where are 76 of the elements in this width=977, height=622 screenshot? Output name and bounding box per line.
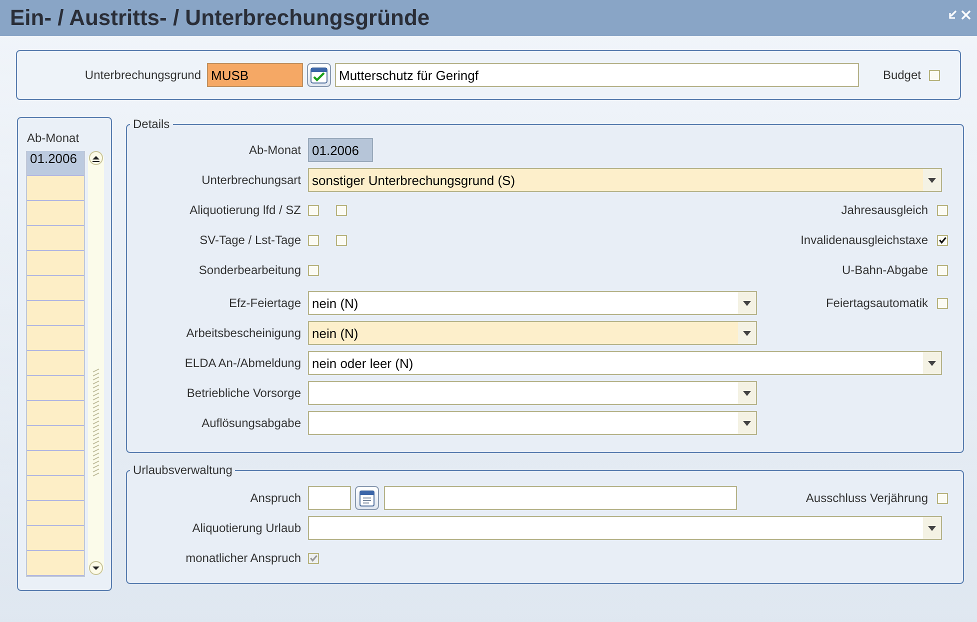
checkbox[interactable] — [937, 492, 948, 504]
field-label: Aliquotierung Urlaub — [191, 521, 302, 535]
dropdown[interactable]: nein (N) — [308, 321, 757, 345]
description-field[interactable]: Mutterschutz für Geringf — [335, 63, 859, 87]
checkbox-label: Jahresausgleich — [841, 203, 928, 217]
empty-list-row — [27, 351, 84, 376]
checkbox-label: Budget — [882, 68, 921, 82]
checkbox[interactable] — [937, 298, 948, 308]
empty-list-row — [27, 451, 84, 476]
group-title: Urlaubsverwaltung — [132, 463, 234, 477]
scroll-down-icon[interactable] — [89, 561, 103, 575]
checkbox[interactable] — [937, 264, 948, 276]
empty-list-row — [27, 401, 84, 426]
dropdown[interactable]: nein oder leer (N) — [308, 351, 942, 375]
field-label: Arbeitsbescheinigung — [185, 326, 302, 340]
dropdown-arrow-icon[interactable] — [928, 360, 936, 366]
checkbox[interactable] — [937, 204, 948, 216]
dropdown-arrow-icon[interactable] — [743, 420, 751, 426]
scrollbar[interactable] — [88, 151, 104, 575]
empty-list-row — [27, 501, 84, 526]
checkbox-label: U-Bahn-Abgabe — [842, 263, 928, 277]
group-title: Details — [132, 117, 171, 131]
dropdown[interactable]: nein (N) — [308, 291, 757, 315]
list-item[interactable]: 01.2006 — [27, 151, 84, 176]
dropdown-arrow-icon[interactable] — [928, 178, 936, 182]
field-label: Betriebliche Vorsorge — [186, 386, 302, 400]
field-label: Unterbrechungsart — [200, 173, 302, 187]
empty-list-row — [27, 301, 84, 326]
input-field[interactable] — [308, 486, 351, 510]
checkbox[interactable] — [308, 234, 319, 246]
scroll-grip-icon[interactable] — [91, 368, 101, 478]
dropdown[interactable]: sonstiger Unterbrechungsgrund (S) — [308, 168, 942, 192]
field-label: monatlicher Anspruch — [184, 551, 302, 565]
empty-list-row — [27, 226, 84, 251]
empty-list-row — [27, 426, 84, 451]
dropdown-arrow-icon[interactable] — [743, 390, 751, 396]
empty-list-row — [27, 276, 84, 301]
checkbox[interactable] — [336, 204, 347, 216]
code-field[interactable]: MUSB — [207, 63, 303, 87]
empty-list-row — [27, 376, 84, 401]
calendar-button[interactable] — [355, 486, 379, 510]
empty-list-row — [27, 176, 84, 201]
field-label: Sonderbearbeitung — [198, 263, 302, 277]
checkbox[interactable] — [929, 70, 940, 80]
field-label: Aliquotierung lfd / SZ — [188, 203, 302, 217]
lookup-button[interactable] — [307, 63, 331, 87]
checkbox-label: Ausschluss Verjährung — [806, 491, 928, 505]
checkbox-label: Feiertagsautomatik — [826, 296, 928, 310]
list-title: Ab-Monat — [27, 131, 80, 145]
checkbox[interactable] — [336, 234, 347, 246]
empty-list-row — [27, 551, 84, 576]
empty-list-row — [27, 326, 84, 351]
field-label: Ab-Monat — [248, 143, 302, 157]
window-title: Ein- / Austritts- / Unterbrechungsgründe — [10, 5, 430, 31]
checkbox[interactable] — [937, 234, 948, 246]
close-icon[interactable] — [961, 10, 971, 20]
checkbox-label: Invalidenausgleichstaxe — [800, 233, 928, 247]
field-label: Unterbrechungsgrund — [84, 68, 202, 82]
read-only-field: 01.2006 — [308, 138, 373, 162]
checkbox[interactable] — [308, 204, 319, 216]
field-label: Auflösungsabgabe — [200, 416, 302, 430]
empty-list-row — [27, 476, 84, 501]
field-label: SV-Tage / Lst-Tage — [198, 233, 302, 247]
checkbox[interactable] — [308, 264, 319, 276]
field-label: ELDA An-/Abmeldung — [184, 356, 302, 370]
empty-list-row — [27, 251, 84, 276]
restore-icon[interactable] — [948, 10, 958, 20]
empty-list-row — [27, 526, 84, 551]
empty-list-row — [27, 201, 84, 226]
dropdown-arrow-icon[interactable] — [928, 526, 936, 530]
field-label: Efz-Feiertage — [228, 296, 302, 310]
field-label: Anspruch — [249, 491, 302, 505]
dropdown-arrow-icon[interactable] — [743, 330, 751, 336]
scroll-up-icon[interactable] — [89, 151, 103, 165]
dropdown-arrow-icon[interactable] — [743, 300, 751, 306]
input-field[interactable] — [384, 486, 737, 510]
